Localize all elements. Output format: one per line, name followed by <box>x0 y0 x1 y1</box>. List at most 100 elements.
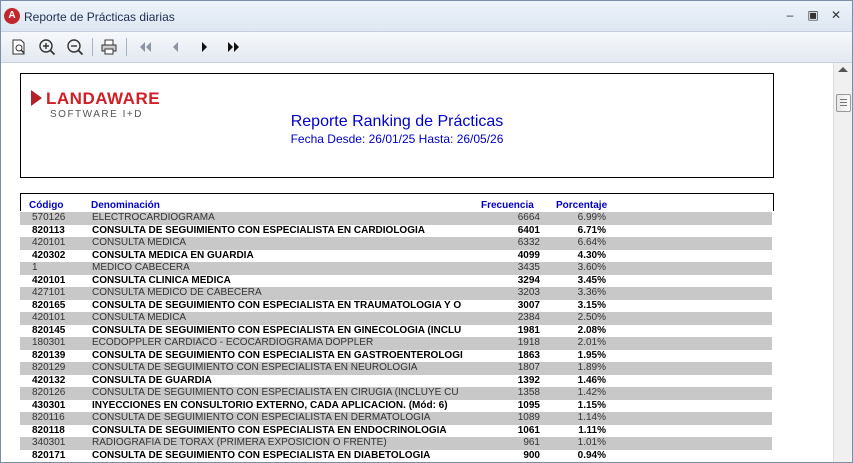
first-page-icon[interactable] <box>134 37 156 57</box>
table-row: 820126 CONSULTA DE SEGUIMIENTO CON ESPECI… <box>20 387 772 400</box>
row-frequency: 1061 <box>517 424 540 436</box>
table-row: 420101 CONSULTA MEDICA 6332 6.64% <box>20 237 772 250</box>
row-code: 820129 <box>32 362 66 373</box>
row-name: CONSULTA MEDICA <box>92 312 187 323</box>
table-row: 820145 CONSULTA DE SEGUIMIENTO CON ESPECI… <box>20 324 772 337</box>
row-frequency: 4099 <box>517 249 540 261</box>
row-code: 820116 <box>32 412 65 423</box>
previous-page-icon[interactable] <box>164 37 186 57</box>
title-bar: A Reporte de Prácticas diarias – ▣ ✕ <box>1 1 852 32</box>
row-name: CONSULTA CLINICA MEDICA <box>92 274 231 286</box>
app-logo-icon: A <box>4 8 20 24</box>
row-percentage: 6.64% <box>577 237 606 248</box>
row-percentage: 2.08% <box>577 324 606 336</box>
row-percentage: 6.99% <box>577 212 606 223</box>
row-name: CONSULTA DE SEGUIMIENTO CON ESPECIALISTA… <box>92 387 459 398</box>
table-row: 427101 CONSULTA MEDICO DE CABECERA 3203 3.3… <box>20 287 772 300</box>
row-frequency: 1095 <box>517 399 540 411</box>
report-rows: 570126 ELECTROCARDIOGRAMA 6664 6.99% 820113 C… <box>20 212 772 462</box>
next-page-icon[interactable] <box>194 37 216 57</box>
row-code: 820171 <box>32 449 66 461</box>
last-page-icon[interactable] <box>223 37 245 57</box>
row-name: ELECTROCARDIOGRAMA <box>92 212 215 223</box>
row-percentage: 1.11% <box>578 424 606 436</box>
row-code: 420101 <box>32 312 66 323</box>
row-percentage: 3.36% <box>577 287 606 298</box>
logo-name: LANDAWARE <box>46 89 161 108</box>
column-name: Denominación <box>91 200 160 211</box>
row-frequency: 1807 <box>517 362 540 373</box>
row-code: 420101 <box>32 274 66 286</box>
row-percentage: 4.30% <box>577 249 606 261</box>
table-row: 820113 CONSULTA DE SEGUIMIENTO CON ESPECI… <box>20 224 772 237</box>
table-row: 820171 CONSULTA DE SEGUIMIENTO CON ESPECI… <box>20 449 772 462</box>
close-icon[interactable]: ✕ <box>825 7 847 23</box>
row-name: CONSULTA DE SEGUIMIENTO CON ESPECIALISTA… <box>92 224 425 236</box>
column-frequency: Frecuencia <box>481 200 534 211</box>
row-name: ECODOPPLER CARDIACO - ECOCARDIOGRAMA DOP… <box>92 337 374 348</box>
row-frequency: 1358 <box>517 387 540 398</box>
logo-mark-icon <box>31 90 42 106</box>
scroll-thumb[interactable] <box>836 94 851 112</box>
vertical-scrollbar[interactable] <box>833 63 852 462</box>
print-icon[interactable] <box>98 37 120 57</box>
row-percentage: 1.01% <box>577 437 606 448</box>
row-frequency: 6332 <box>517 237 540 248</box>
row-code: 570126 <box>32 212 66 223</box>
row-code: 420132 <box>32 374 66 386</box>
row-name: CONSULTA DE GUARDIA <box>92 374 212 386</box>
row-name: CONSULTA DE SEGUIMIENTO CON ESPECIALISTA… <box>92 362 418 373</box>
table-row: 820129 CONSULTA DE SEGUIMIENTO CON ESPECI… <box>20 362 772 375</box>
row-code: 427101 <box>32 287 66 298</box>
toolbar <box>1 32 852 63</box>
row-code: 820145 <box>32 324 66 336</box>
row-frequency: 3203 <box>517 287 540 298</box>
row-frequency: 6664 <box>517 212 540 223</box>
row-code: 820165 <box>32 299 66 311</box>
table-row: 420101 CONSULTA MEDICA 2384 2.50% <box>20 312 772 325</box>
row-name: INYECCIONES EN CONSULTORIO EXTERNO, CADA… <box>92 399 448 411</box>
column-code: Código <box>29 200 64 211</box>
report-date-range: Fecha Desde: 26/01/25 Hasta: 26/05/26 <box>290 132 504 146</box>
row-percentage: 2.01% <box>577 337 606 348</box>
row-name: RADIOGRAFIA DE TORAX (PRIMERA EXPOSICION… <box>92 437 387 448</box>
row-percentage: 3.15% <box>577 299 606 311</box>
row-percentage: 1.15% <box>577 399 606 411</box>
table-row: 340301 RADIOGRAFIA DE TORAX (PRIMERA EXPO… <box>20 437 772 450</box>
row-frequency: 900 <box>523 449 540 461</box>
report-header: LANDAWARE SOFTWARE I+D Reporte Ranking d… <box>20 73 774 178</box>
row-frequency: 1392 <box>517 374 540 386</box>
report-viewport[interactable]: LANDAWARE SOFTWARE I+D Reporte Ranking d… <box>1 63 833 462</box>
row-frequency: 3435 <box>517 262 540 273</box>
row-code: 1 <box>32 262 38 273</box>
table-row: 820116 CONSULTA DE SEGUIMIENTO CON ESPECI… <box>20 412 772 425</box>
zoom-out-icon[interactable] <box>64 37 86 57</box>
row-frequency: 1863 <box>517 349 540 361</box>
table-row: 180301 ECODOPPLER CARDIACO - ECOCARDIOGRA… <box>20 337 772 350</box>
page-setup-icon[interactable] <box>8 37 30 57</box>
scroll-up-icon[interactable] <box>838 67 848 72</box>
table-row: 420101 CONSULTA CLINICA MEDICA 3294 3.45% <box>20 274 772 287</box>
column-percentage: Porcentaje <box>556 200 608 211</box>
report-window: A Reporte de Prácticas diarias – ▣ ✕ LAN… <box>0 0 853 463</box>
row-code: 180301 <box>32 337 66 348</box>
row-code: 340301 <box>32 437 66 448</box>
row-frequency: 6401 <box>517 224 540 236</box>
row-percentage: 1.89% <box>577 362 606 373</box>
row-name: CONSULTA DE SEGUIMIENTO CON ESPECIALISTA… <box>92 299 462 311</box>
toolbar-separator <box>126 38 127 56</box>
row-code: 820139 <box>32 349 66 361</box>
row-percentage: 1.42% <box>577 387 606 398</box>
row-percentage: 1.14% <box>577 412 606 423</box>
zoom-in-icon[interactable] <box>36 37 58 57</box>
row-code: 430301 <box>32 399 66 411</box>
window-title: Reporte de Prácticas diarias <box>24 10 175 24</box>
row-percentage: 1.46% <box>577 374 606 386</box>
report-title: Reporte Ranking de Prácticas <box>290 113 504 130</box>
minimize-icon[interactable]: – <box>779 7 801 23</box>
row-percentage: 2.50% <box>577 312 606 323</box>
row-code: 420101 <box>32 237 66 248</box>
row-percentage: 3.60% <box>577 262 606 273</box>
toolbar-separator <box>92 38 93 56</box>
maximize-icon[interactable]: ▣ <box>802 7 824 23</box>
